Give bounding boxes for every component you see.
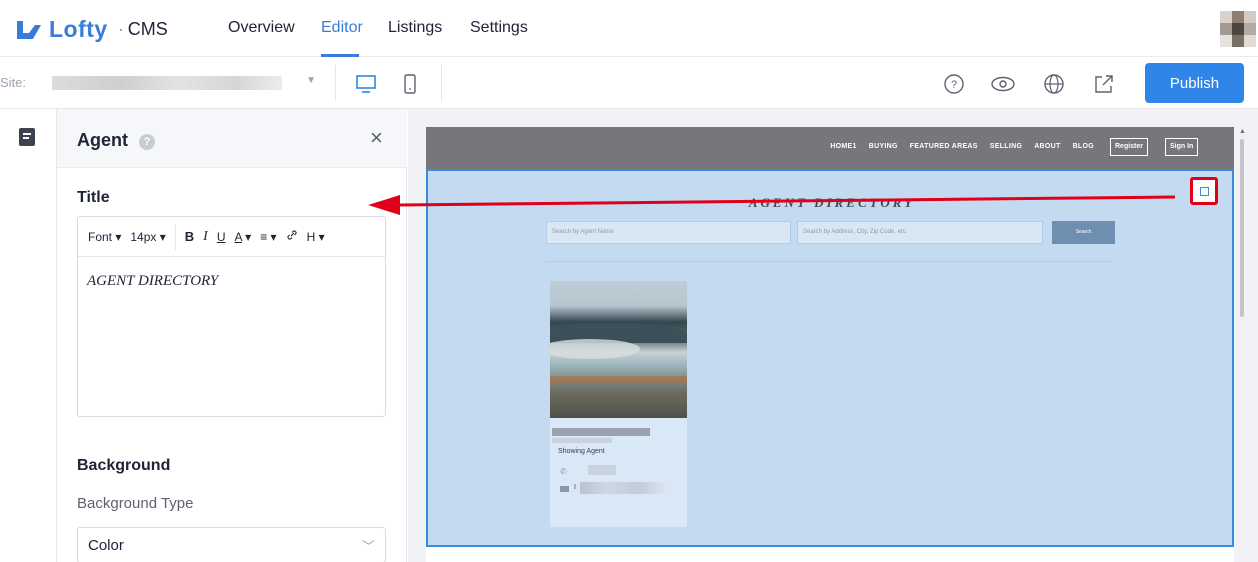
logo-text: Lofty [49, 16, 108, 42]
background-type-value: Color [88, 537, 124, 554]
site-nav-home[interactable]: HOME1 [830, 143, 856, 150]
site-select[interactable]: ▼ [44, 69, 324, 97]
tab-editor[interactable]: Editor [321, 19, 363, 37]
agent-role: Showing Agent [558, 448, 605, 455]
edit-section-button[interactable] [1190, 177, 1218, 205]
editor-content[interactable]: AGENT DIRECTORY [87, 273, 218, 290]
globe-icon[interactable] [1041, 71, 1067, 97]
site-nav-buying[interactable]: BUYING [869, 143, 898, 150]
font-size-dropdown[interactable]: 14px ▾ [130, 230, 165, 244]
site-preview: HOME1 BUYING FEATURED AREAS SELLING ABOU… [426, 127, 1234, 562]
agent-card[interactable]: Showing Agent ✆ I [550, 281, 687, 527]
site-name-redacted [52, 76, 282, 90]
site-register-button[interactable]: Register [1110, 138, 1149, 156]
tab-overview[interactable]: Overview [228, 19, 295, 37]
mail-icon [560, 486, 569, 492]
editor-toolbar: Site: ▼ ? Publish [0, 57, 1258, 109]
search-agent-name-input[interactable]: Search by Agent Name [546, 221, 791, 244]
agent-section-selected[interactable]: AGENT DIRECTORY Search by Agent Name Sea… [426, 169, 1234, 547]
email-redacted [580, 482, 668, 494]
agent-directory-title: AGENT DIRECTORY [748, 195, 916, 210]
site-nav-blog[interactable]: BLOG [1073, 143, 1094, 150]
font-dropdown[interactable]: Font ▾ [88, 230, 121, 244]
desktop-icon[interactable] [353, 71, 379, 97]
bold-button[interactable]: B [185, 229, 194, 244]
cms-editor-window: Lofty · CMS Overview Editor Listings Set… [0, 0, 1258, 562]
agent-photo [550, 281, 687, 418]
background-type-label: Background Type [77, 495, 194, 512]
toolbar-divider [174, 223, 176, 250]
agent-detail-redacted [552, 438, 612, 443]
help-icon[interactable]: ? [139, 134, 155, 150]
preview-eye-icon[interactable] [990, 71, 1016, 97]
logo-separator: · [117, 19, 124, 39]
underline-button[interactable]: U [217, 230, 226, 244]
svg-text:?: ? [951, 79, 957, 91]
background-type-select[interactable]: Color ﹀ [77, 527, 386, 562]
tab-listings[interactable]: Listings [388, 19, 442, 37]
agent-settings-panel: Agent ? × Title Font ▾ 14px ▾ B I U A ▾ … [57, 109, 407, 562]
close-icon[interactable]: × [370, 125, 383, 151]
panel-header: Agent ? × [57, 109, 407, 168]
product-name: CMS [127, 19, 168, 39]
background-section-heading: Background [77, 457, 171, 474]
lofty-logo-icon [17, 20, 41, 39]
left-rail [0, 109, 57, 562]
divider [546, 261, 1112, 262]
phone-redacted [588, 465, 616, 475]
preview-canvas: HOME1 BUYING FEATURED AREAS SELLING ABOU… [408, 109, 1258, 562]
site-label: Site: [0, 75, 27, 90]
site-nav-links: HOME1 BUYING FEATURED AREAS SELLING ABOU… [830, 143, 1094, 150]
caret-down-icon: ▼ [306, 75, 316, 86]
phone-icon: ✆ [560, 467, 567, 476]
site-nav-selling[interactable]: SELLING [990, 143, 1022, 150]
site-nav-about[interactable]: ABOUT [1034, 143, 1060, 150]
toolbar-divider [335, 65, 336, 101]
search-address-input[interactable]: Search by Address, City, Zip Code, etc. [797, 221, 1043, 244]
avatar[interactable] [1220, 11, 1256, 47]
link-icon[interactable] [286, 229, 298, 244]
chevron-down-icon: ﹀ [361, 539, 375, 554]
edit-icon [1200, 187, 1209, 196]
tab-settings[interactable]: Settings [470, 19, 528, 37]
site-sign-in-button[interactable]: Sign In [1165, 138, 1199, 156]
site-header: HOME1 BUYING FEATURED AREAS SELLING ABOU… [426, 127, 1234, 169]
mail-prefix: I [574, 484, 576, 491]
scrollbar[interactable] [1240, 139, 1244, 317]
share-icon[interactable] [1091, 71, 1117, 97]
heading-dropdown[interactable]: H ▾ [307, 230, 325, 244]
toolbar-divider [441, 65, 442, 101]
italic-button[interactable]: I [203, 229, 208, 245]
scroll-up-icon[interactable]: ▲ [1239, 128, 1246, 135]
page-icon[interactable] [19, 128, 35, 146]
rich-text-editor[interactable]: Font ▾ 14px ▾ B I U A ▾ ≡ ▾ H ▾ AGENT DI… [77, 216, 386, 417]
logo[interactable]: Lofty · CMS [15, 16, 168, 43]
align-dropdown[interactable]: ≡ ▾ [260, 230, 276, 244]
site-search-button[interactable]: Search [1052, 221, 1115, 244]
panel-title: Agent [77, 130, 128, 150]
agent-name-redacted [552, 428, 650, 436]
mobile-icon[interactable] [397, 71, 423, 97]
title-section-heading: Title [77, 189, 110, 206]
text-color-dropdown[interactable]: A ▾ [235, 230, 252, 244]
publish-button[interactable]: Publish [1145, 63, 1244, 103]
help-icon[interactable]: ? [941, 71, 967, 97]
top-navigation: Lofty · CMS Overview Editor Listings Set… [0, 0, 1258, 57]
rich-text-toolbar: Font ▾ 14px ▾ B I U A ▾ ≡ ▾ H ▾ [78, 217, 385, 257]
site-nav-featured-areas[interactable]: FEATURED AREAS [910, 143, 978, 150]
